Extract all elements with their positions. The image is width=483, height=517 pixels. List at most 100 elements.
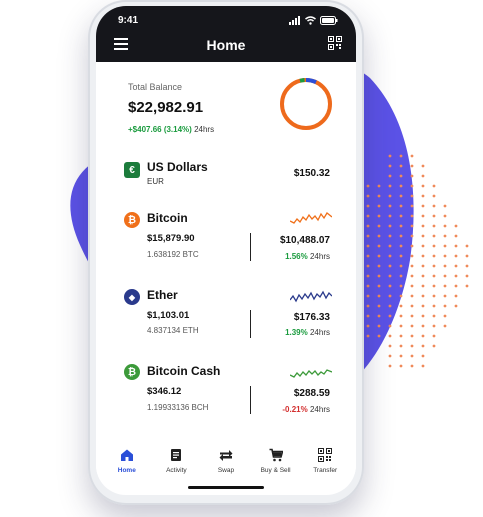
pattern-dot [410,174,414,178]
pattern-dot [432,204,436,208]
nav-transfer[interactable]: Transfer [303,434,347,489]
pattern-dot [377,244,381,248]
pattern-dot [443,274,447,278]
sparkline-chart [290,212,332,224]
pattern-dot [443,294,447,298]
nav-buy-sell[interactable]: Buy & Sell [254,434,298,489]
pattern-dot [443,234,447,238]
pattern-dot [443,284,447,288]
pattern-dot [399,364,403,368]
allocation-donut-chart [280,78,332,130]
pattern-dot [388,194,392,198]
pattern-dot [366,274,370,278]
phone-screen: 9:41 Home Total Balance $22,982.91 +$407… [96,6,356,495]
pattern-dot [421,304,425,308]
nav-home[interactable]: Home [105,434,149,489]
asset-row-bitcoin-cash[interactable]: ₿ Bitcoin Cash $346.12 1.19933136 BCH $2… [96,348,356,435]
pattern-dot [377,194,381,198]
pattern-dot [399,164,403,168]
pattern-dot [421,214,425,218]
pattern-dot [399,204,403,208]
pattern-dot [399,244,403,248]
asset-price: $1,103.01 [147,310,190,321]
asset-name: Bitcoin Cash [147,364,221,378]
pattern-dot [377,264,381,268]
balance-change-amount: +$407.66 (3.14%) [128,125,192,134]
pattern-dot [432,344,436,348]
pattern-dot [410,294,414,298]
pattern-dot [432,244,436,248]
pattern-dot [421,274,425,278]
asset-price: $346.12 [147,386,182,397]
pattern-dot [410,244,414,248]
pattern-dot [366,194,370,198]
balance-card[interactable]: Total Balance $22,982.91 +$407.66 (3.14%… [96,62,356,151]
pattern-dot [366,214,370,218]
pattern-dot [366,284,370,288]
nav-label: Swap [217,467,235,474]
pattern-dot [388,294,392,298]
pattern-dot [410,274,414,278]
page-title: Home [206,37,246,53]
pattern-dot [399,354,403,358]
qr-scan-icon[interactable] [328,36,342,50]
balance-change: +$407.66 (3.14%) 24hrs [128,125,214,134]
pattern-dot [377,224,381,228]
pattern-dot [421,224,425,228]
asset-change-period: 24hrs [309,328,330,337]
pattern-dot [410,214,414,218]
pattern-dot [399,214,403,218]
wifi-icon [305,15,316,25]
cart-icon [269,448,283,462]
pattern-dot [465,264,469,268]
pattern-dot [399,274,403,278]
pattern-dot [443,244,447,248]
pattern-dot [432,224,436,228]
pattern-dot [388,274,392,278]
pattern-dot [366,224,370,228]
pattern-dot [454,244,458,248]
asset-change-period: 24hrs [309,252,330,261]
pattern-dot [421,284,425,288]
asset-fiat-value: $176.33 [293,312,330,323]
pattern-dot [388,324,392,328]
sparkline-chart [290,290,332,303]
balance-change-period: 24hrs [194,125,215,134]
pattern-dot [388,304,392,308]
status-icons [289,15,338,25]
asset-row-ether[interactable]: ◆ Ether $1,103.01 4.837134 ETH $176.33 1… [96,272,356,349]
pattern-dot [432,334,436,338]
pattern-dot [377,284,381,288]
menu-icon[interactable] [114,38,128,50]
pattern-dot [366,254,370,258]
asset-row-bitcoin[interactable]: ₿ Bitcoin $15,879.90 1.638192 BTC $10,48… [96,196,356,273]
pattern-dot [421,344,425,348]
asset-fiat-value: $10,488.07 [279,235,330,246]
pattern-dot [443,224,447,228]
pattern-dot [377,204,381,208]
pattern-dot [366,234,370,238]
asset-currency: EUR [147,177,164,186]
nav-activity[interactable]: Activity [154,434,198,489]
asset-quantity: 1.638192 BTC [147,250,199,259]
pattern-dot [377,184,381,188]
pattern-dot [465,254,469,258]
pattern-dot [454,294,458,298]
pattern-dot [399,314,403,318]
home-icon [120,449,133,461]
asset-price: $15,879.90 [147,233,195,244]
pattern-dot [399,334,403,338]
bitcoin-icon: ₿ [124,212,140,228]
pattern-dot [432,304,436,308]
asset-row-us-dollars[interactable]: € US Dollars EUR $150.32 [96,150,356,197]
pattern-dot [421,334,425,338]
qr-icon [318,448,333,462]
pattern-dot [443,254,447,258]
pattern-dot [443,324,447,328]
asset-name: US Dollars [147,160,208,174]
pattern-dot [454,224,458,228]
pattern-dot [443,304,447,308]
pattern-dot [432,194,436,198]
nav-swap[interactable]: Swap [204,434,248,489]
pattern-dot [432,324,436,328]
